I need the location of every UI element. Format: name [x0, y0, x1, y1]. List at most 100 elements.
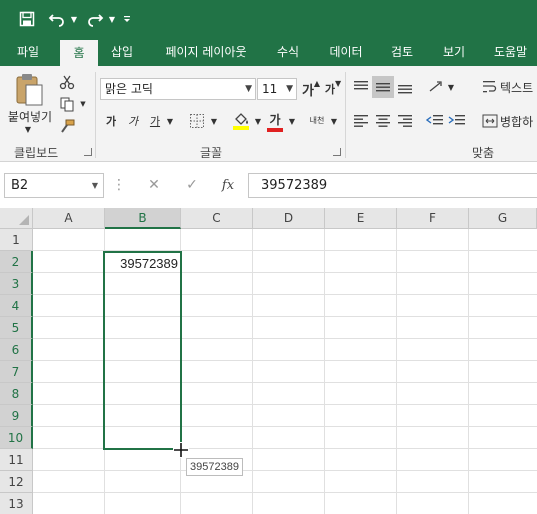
orientation-icon[interactable] [426, 76, 446, 98]
copy-icon[interactable] [56, 94, 78, 114]
column-header-c[interactable]: C [181, 208, 253, 229]
row-header-8[interactable]: 8 [0, 383, 33, 405]
ribbon-separator [345, 72, 346, 158]
column-header-d[interactable]: D [253, 208, 325, 229]
column-header-b[interactable]: B [105, 208, 181, 229]
row-header-5[interactable]: 5 [0, 317, 33, 339]
decrease-indent-icon[interactable] [424, 110, 446, 132]
clipboard-launcher-icon[interactable] [84, 148, 92, 156]
row-header-4[interactable]: 4 [0, 295, 33, 317]
save-icon[interactable] [16, 8, 38, 30]
row-header-12[interactable]: 12 [0, 471, 33, 493]
column-header-a[interactable]: A [33, 208, 105, 229]
increase-indent-icon[interactable] [446, 110, 468, 132]
format-painter-icon[interactable] [56, 116, 78, 136]
underline-button[interactable]: 가 [146, 110, 164, 132]
grow-font-button[interactable]: 가 ▲ [302, 78, 320, 100]
gridline [33, 492, 537, 493]
underline-dropdown-icon[interactable]: ▼ [164, 110, 176, 132]
fill-tooltip: 39572389 [186, 458, 243, 476]
cut-icon[interactable] [56, 72, 78, 92]
row-header-6[interactable]: 6 [0, 339, 33, 361]
name-box-value: B2 [11, 178, 29, 193]
formula-bar: B2 ▼ ⋮ ✕ ✓ fx 39572389 [0, 162, 537, 208]
customize-qat-icon[interactable] [121, 8, 133, 30]
tab-help[interactable]: 도움말 [484, 38, 537, 66]
row-header-10[interactable]: 10 [0, 427, 33, 449]
paste-dropdown-icon[interactable]: ▼ [20, 124, 36, 134]
font-color-icon[interactable]: 가 [266, 108, 284, 134]
selection-range [103, 251, 182, 450]
align-top-icon[interactable] [350, 76, 372, 98]
name-box[interactable]: B2 ▼ [4, 173, 104, 198]
merge-center-icon[interactable] [480, 110, 500, 132]
enter-icon[interactable]: ✓ [178, 173, 206, 198]
font-launcher-icon[interactable] [333, 148, 341, 156]
font-size-dropdown-icon[interactable]: ▼ [286, 79, 293, 99]
align-center-icon[interactable] [372, 110, 394, 132]
tab-file[interactable]: 파일 [4, 38, 52, 66]
select-all-triangle-icon [19, 215, 29, 225]
ribbon-separator [95, 72, 96, 158]
shrink-font-button[interactable]: 가 ▼ [324, 78, 342, 100]
copy-dropdown-icon[interactable]: ▼ [78, 98, 88, 110]
row-header-3[interactable]: 3 [0, 273, 33, 295]
align-bottom-icon[interactable] [394, 76, 416, 98]
name-box-dropdown-icon[interactable]: ▼ [92, 174, 98, 197]
tab-review[interactable]: 검토 [380, 38, 424, 66]
phonetic-dropdown-icon[interactable]: ▼ [328, 110, 340, 132]
ribbon-tabs: 파일 홈 삽입 페이지 레이아웃 수식 데이터 검토 보기 도움말 [0, 38, 537, 68]
worksheet-grid[interactable]: A B C D E F G 1 2 3 4 5 6 7 8 9 10 11 12… [0, 208, 537, 514]
fill-color-icon[interactable] [230, 110, 252, 132]
undo-icon[interactable] [46, 8, 68, 30]
font-color-dropdown-icon[interactable]: ▼ [286, 110, 298, 132]
font-name-field[interactable]: 맑은 고딕 ▼ [100, 78, 256, 100]
select-all-button[interactable] [0, 208, 33, 229]
tab-insert[interactable]: 삽입 [102, 38, 142, 66]
font-name-dropdown-icon[interactable]: ▼ [245, 79, 252, 99]
phonetic-button[interactable]: 내천 [306, 106, 328, 134]
tab-home[interactable]: 홈 [60, 40, 98, 68]
wrap-text-icon[interactable] [480, 76, 500, 98]
alignment-group-label: 맞춤 [472, 146, 495, 160]
title-bar: ▼ ▼ [0, 0, 537, 38]
tab-view[interactable]: 보기 [432, 38, 476, 66]
row-header-7[interactable]: 7 [0, 361, 33, 383]
undo-dropdown-icon[interactable]: ▼ [68, 8, 80, 30]
font-name-value: 맑은 고딕 [105, 82, 153, 96]
formula-input[interactable]: 39572389 [248, 173, 537, 198]
tab-data[interactable]: 데이터 [318, 38, 374, 66]
merge-center-button[interactable]: 병합하 [500, 110, 537, 132]
font-size-value: 11 [262, 82, 278, 96]
cancel-icon[interactable]: ✕ [140, 173, 168, 198]
align-middle-icon[interactable] [372, 76, 394, 98]
row-header-1[interactable]: 1 [0, 229, 33, 251]
orientation-dropdown-icon[interactable]: ▼ [446, 76, 456, 98]
italic-button[interactable]: 가 [124, 110, 142, 132]
column-header-g[interactable]: G [469, 208, 537, 229]
borders-dropdown-icon[interactable]: ▼ [208, 110, 220, 132]
insert-function-button[interactable]: fx [214, 173, 242, 198]
column-header-f[interactable]: F [397, 208, 469, 229]
column-header-e[interactable]: E [325, 208, 397, 229]
redo-icon[interactable] [84, 8, 106, 30]
row-header-2[interactable]: 2 [0, 251, 33, 273]
bold-button[interactable]: 가 [102, 110, 120, 132]
row-header-9[interactable]: 9 [0, 405, 33, 427]
font-size-field[interactable]: 11 ▼ [257, 78, 297, 100]
formula-bar-grip-icon: ⋮ [112, 177, 126, 193]
align-right-icon[interactable] [394, 110, 416, 132]
wrap-text-button[interactable]: 텍스트 [500, 76, 537, 98]
row-header-13[interactable]: 13 [0, 493, 33, 514]
clipboard-group-label: 클립보드 [14, 146, 59, 160]
paste-icon[interactable] [14, 72, 44, 108]
row-header-11[interactable]: 11 [0, 449, 33, 471]
borders-icon[interactable] [186, 110, 208, 132]
redo-dropdown-icon[interactable]: ▼ [106, 8, 118, 30]
gridline [33, 470, 537, 471]
align-left-icon[interactable] [350, 110, 372, 132]
tab-page-layout[interactable]: 페이지 레이아웃 [152, 38, 260, 66]
tab-formulas[interactable]: 수식 [268, 38, 308, 66]
paste-button[interactable]: 붙여넣기 [4, 108, 56, 124]
fill-color-dropdown-icon[interactable]: ▼ [252, 110, 264, 132]
